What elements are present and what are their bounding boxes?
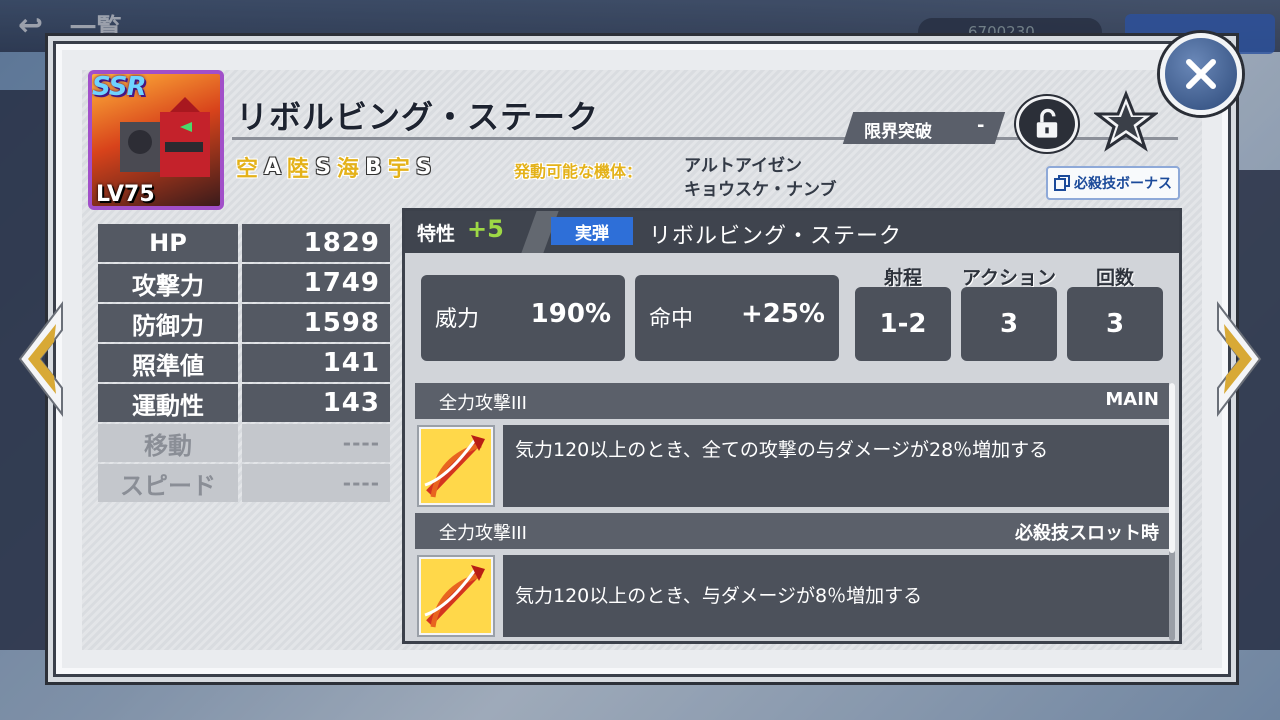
stat-row-move: 移動 ---- — [98, 424, 390, 462]
skill-header: 全力攻撃III MAIN — [415, 383, 1169, 419]
lock-toggle-button[interactable] — [1016, 96, 1078, 152]
stat-value: ---- — [242, 424, 390, 462]
weapon-type-badge: 実弾 — [551, 217, 633, 245]
favorite-button[interactable] — [1092, 89, 1160, 154]
stat-value: 1598 — [242, 304, 390, 342]
special-bonus-button[interactable]: 必殺技ボーナス — [1046, 166, 1180, 200]
rarity-badge: SSR — [92, 72, 147, 102]
limit-break-label: 限界突破 — [864, 122, 932, 142]
stat-value: 1749 — [242, 264, 390, 302]
stat-label: HP — [98, 224, 238, 262]
detail-header: 特性 +5 実弾 リボルビング・ステーク — [405, 211, 1179, 253]
close-button[interactable] — [1160, 33, 1242, 115]
usable-units-list: アルトアイゼン キョウスケ・ナンブ — [684, 154, 837, 202]
terrain-ranks: 空 A 陸 S 海 B 宇 S — [236, 152, 432, 183]
detail-weapon-title: リボルビング・ステーク — [649, 224, 903, 249]
action-card: アクション 3 — [961, 263, 1057, 361]
action-value: 3 — [961, 287, 1057, 361]
skills-scroll-thumb[interactable] — [1169, 383, 1175, 553]
chevron-left-icon — [18, 301, 63, 417]
count-value: 3 — [1067, 287, 1163, 361]
terrain-label-land: 陸 — [287, 157, 310, 182]
stat-value: 141 — [242, 344, 390, 382]
next-arrow-button[interactable] — [1214, 300, 1266, 418]
stat-value: 143 — [242, 384, 390, 422]
robot-portrait-icon — [120, 97, 210, 177]
terrain-rank-air: A — [264, 154, 282, 180]
stat-row-attack: 攻撃力 1749 — [98, 264, 390, 302]
trait-label: 特性 — [417, 223, 456, 245]
special-bonus-label: 必殺技ボーナス — [1074, 176, 1172, 192]
full-attack-icon — [421, 429, 491, 503]
skill-tag: MAIN — [1105, 389, 1159, 410]
terrain-rank-sea: B — [364, 154, 382, 180]
power-label: 威力 — [435, 307, 480, 332]
skill-name: 全力攻撃III — [439, 523, 527, 544]
skill-tag: 必殺技スロット時 — [1015, 523, 1159, 544]
limit-break-value: - — [977, 115, 985, 136]
stat-label: 照準値 — [98, 344, 238, 382]
stat-row-speed: スピード ---- — [98, 464, 390, 502]
stat-label: 防御力 — [98, 304, 238, 342]
trait-value: +5 — [467, 215, 504, 243]
stat-value: ---- — [242, 464, 390, 502]
usable-unit: アルトアイゼン — [684, 156, 802, 176]
terrain-label-space: 宇 — [387, 157, 410, 182]
weapon-name: リボルビング・ステーク — [236, 98, 600, 136]
skill-header: 全力攻撃III 必殺技スロット時 — [415, 513, 1169, 549]
copy-icon — [1054, 175, 1070, 191]
hit-value: +25% — [740, 299, 825, 329]
stat-label: 運動性 — [98, 384, 238, 422]
skill-name: 全力攻撃III — [439, 393, 527, 414]
unit-thumbnail: SSR LV75 — [88, 70, 224, 210]
skill-description: 気力120以上のとき、与ダメージが8％増加する — [503, 555, 1169, 637]
unlock-icon — [1036, 108, 1058, 138]
range-label: 射程 — [883, 267, 922, 289]
prev-arrow-button[interactable] — [14, 300, 66, 418]
unit-stats-table: HP 1829 攻撃力 1749 防御力 1598 照準値 141 運動性 14… — [98, 224, 390, 504]
power-value: 190% — [530, 299, 611, 329]
power-card: 威力 190% — [421, 275, 625, 361]
stat-label: 攻撃力 — [98, 264, 238, 302]
full-attack-icon — [421, 559, 491, 633]
terrain-label-sea: 海 — [336, 157, 359, 182]
stat-value: 1829 — [242, 224, 390, 262]
skill-description: 気力120以上のとき、全ての攻撃の与ダメージが28％増加する — [503, 425, 1169, 507]
terrain-rank-space: S — [415, 154, 432, 180]
terrain-rank-land: S — [315, 154, 331, 180]
weapon-detail-panel: 特性 +5 実弾 リボルビング・ステーク 威力 190% 命中 +25% 射程 … — [402, 208, 1182, 644]
stat-row-defense: 防御力 1598 — [98, 304, 390, 342]
count-label: 回数 — [1095, 267, 1134, 289]
stat-label: スピード — [98, 464, 238, 502]
chevron-right-icon — [1217, 301, 1262, 417]
range-value: 1-2 — [855, 287, 951, 361]
skill-icon — [417, 555, 495, 637]
terrain-label-air: 空 — [236, 157, 259, 182]
close-icon — [1186, 59, 1216, 89]
stat-row-aim: 照準値 141 — [98, 344, 390, 382]
skill-icon — [417, 425, 495, 507]
hit-label: 命中 — [649, 307, 694, 332]
usable-units-label: 発動可能な機体： — [514, 162, 643, 181]
action-label: アクション — [961, 267, 1057, 289]
stat-row-hp: HP 1829 — [98, 224, 390, 262]
hit-card: 命中 +25% — [635, 275, 839, 361]
star-icon — [1092, 89, 1160, 152]
count-card: 回数 3 — [1067, 263, 1163, 361]
level-badge: LV75 — [96, 182, 155, 207]
stat-label: 移動 — [98, 424, 238, 462]
stat-row-mobility: 運動性 143 — [98, 384, 390, 422]
usable-pilot: キョウスケ・ナンブ — [684, 180, 837, 200]
range-card: 射程 1-2 — [855, 263, 951, 361]
